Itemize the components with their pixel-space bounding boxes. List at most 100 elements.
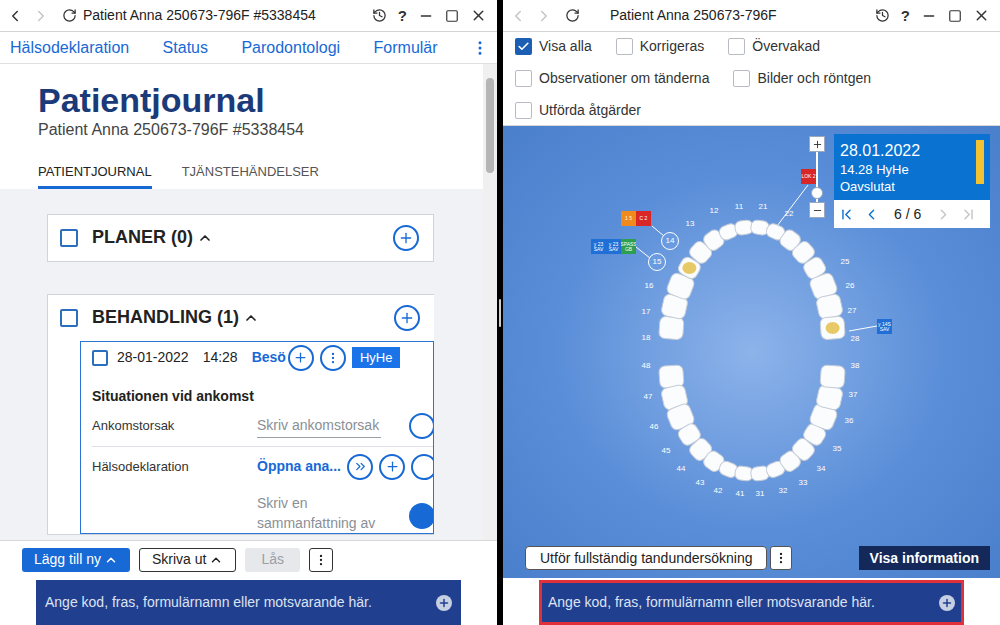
tooth-number[interactable]: 44 [677, 465, 686, 473]
maximize-icon[interactable] [948, 9, 962, 23]
refresh-icon[interactable] [565, 8, 580, 23]
tab[interactable]: PATIENTJOURNAL [38, 162, 152, 189]
toolbar-more-button[interactable] [309, 548, 333, 572]
tooth-chart[interactable]: 1817161514131211212225262728484746454443… [503, 126, 1000, 544]
tooth-number[interactable]: 46 [650, 423, 659, 431]
field-link[interactable]: Öppna ana... [257, 456, 341, 477]
toolbar-button[interactable]: Lägg till ny [22, 548, 130, 572]
summary-button[interactable] [409, 503, 434, 529]
collapse-icon[interactable] [243, 310, 259, 326]
zoom-out-button[interactable] [809, 202, 825, 218]
exam-button[interactable]: Utför fullständig tandundersökning [525, 546, 767, 570]
last-icon[interactable] [960, 206, 977, 223]
history-icon[interactable] [875, 8, 890, 23]
tooth-number[interactable]: 41 [736, 490, 745, 498]
chart-more-button[interactable] [770, 546, 792, 570]
filter-checkbox[interactable] [616, 38, 633, 55]
tooth-number[interactable]: 13 [686, 220, 695, 228]
help-button[interactable]: ? [901, 8, 910, 23]
tooth-number[interactable]: 16 [645, 282, 654, 290]
nav-item[interactable]: Formulär [374, 36, 438, 60]
tooth-number[interactable]: 43 [696, 479, 705, 487]
visit-type[interactable]: Besö [252, 347, 286, 368]
maximize-icon[interactable] [445, 9, 459, 23]
tooth-number[interactable]: 47 [644, 393, 653, 401]
finding-tag[interactable]: SPASS GB [621, 239, 636, 254]
tooth-number[interactable]: 27 [848, 307, 857, 315]
scrollbar[interactable] [483, 64, 497, 540]
scrollbar-thumb[interactable] [486, 78, 494, 173]
open-button[interactable] [347, 454, 373, 480]
minimize-icon[interactable] [418, 8, 434, 24]
forward-icon[interactable] [535, 7, 553, 25]
field-add-button[interactable] [379, 454, 405, 480]
tooth-number[interactable]: 38 [851, 362, 860, 370]
filter-checkbox[interactable] [733, 70, 750, 87]
add-icon[interactable] [939, 595, 955, 611]
zoom-knob[interactable] [811, 187, 823, 199]
info-button[interactable]: Visa information [859, 546, 990, 570]
finding-tag[interactable]: y 23 SAV [606, 239, 621, 254]
field-action-button[interactable] [411, 454, 434, 480]
visit-add-button[interactable] [288, 345, 314, 371]
section-checkbox[interactable] [60, 229, 78, 247]
filter-checkbox[interactable] [728, 38, 745, 55]
field-input[interactable]: Skriv ankomstorsak [257, 415, 381, 438]
tooth-number[interactable]: 18 [642, 334, 651, 342]
tooth-number[interactable]: 15 [648, 253, 666, 271]
filter-option[interactable]: Korrigeras [616, 36, 705, 57]
tooth-number[interactable]: 12 [710, 207, 719, 215]
nav-item[interactable]: Status [163, 36, 208, 60]
tooth-number[interactable]: 14 [661, 232, 679, 250]
command-input[interactable]: Ange kod, fras, formulärnamn eller motsv… [36, 580, 461, 625]
filter-option[interactable]: Utförda åtgärder [515, 100, 641, 121]
toolbar-button[interactable]: Lås [245, 548, 300, 572]
summary-input[interactable]: Skriv en sammanfattning av [257, 493, 397, 533]
filter-checkbox[interactable] [515, 38, 532, 55]
minimize-icon[interactable] [921, 8, 937, 24]
close-icon[interactable] [470, 7, 487, 24]
history-icon[interactable] [372, 8, 387, 23]
add-button[interactable] [394, 305, 420, 331]
refresh-icon[interactable] [62, 8, 77, 23]
filter-option[interactable]: Observationer om tänderna [515, 68, 709, 89]
filter-option[interactable]: Visa alla [515, 36, 592, 57]
finding-tag[interactable]: y 23 SAV [591, 239, 606, 254]
tooth-number[interactable]: 31 [756, 490, 765, 498]
nav-item[interactable]: Hälsodeklaration [10, 36, 129, 60]
finding-tag[interactable]: LOK 2 [801, 169, 816, 184]
filter-checkbox[interactable] [515, 70, 532, 87]
tooth-number[interactable]: 22 [785, 210, 794, 218]
zoom-track[interactable] [816, 152, 818, 202]
tooth-number[interactable]: 35 [833, 445, 842, 453]
prev-icon[interactable] [863, 206, 880, 223]
add-button[interactable] [393, 225, 419, 251]
tooth-number[interactable]: 26 [846, 282, 855, 290]
finding-tag[interactable]: 1 5 [621, 211, 636, 226]
tooth-number[interactable]: 17 [642, 308, 651, 316]
back-icon[interactable] [6, 7, 24, 25]
tooth-number[interactable]: 37 [849, 391, 858, 399]
first-icon[interactable] [838, 206, 855, 223]
collapse-icon[interactable] [197, 230, 213, 246]
tooth-number[interactable]: 34 [817, 465, 826, 473]
add-icon[interactable] [436, 595, 452, 611]
field-action-button[interactable] [409, 413, 434, 439]
nav-item[interactable]: Parodontologi [241, 36, 340, 60]
zoom-in-button[interactable] [809, 136, 825, 152]
tooth-number[interactable]: 42 [714, 487, 723, 495]
tooth-number[interactable]: 48 [642, 362, 651, 370]
close-icon[interactable] [973, 7, 990, 24]
command-input[interactable]: Ange kod, fras, formulärnamn eller motsv… [539, 580, 964, 625]
finding-tag[interactable]: y 14S SAV [877, 319, 892, 334]
tooth-number[interactable]: 32 [779, 487, 788, 495]
tab[interactable]: TJÄNSTEHÄNDELSER [182, 162, 319, 189]
tooth-number[interactable]: 21 [759, 203, 768, 211]
tooth-number[interactable]: 36 [845, 417, 854, 425]
tooth-number[interactable]: 25 [841, 258, 850, 266]
visit-checkbox[interactable] [92, 350, 108, 366]
tooth-number[interactable]: 33 [799, 479, 808, 487]
tooth-number[interactable]: 11 [735, 203, 743, 211]
zoom-control[interactable] [809, 136, 825, 218]
filter-option[interactable]: Bilder och röntgen [733, 68, 871, 89]
